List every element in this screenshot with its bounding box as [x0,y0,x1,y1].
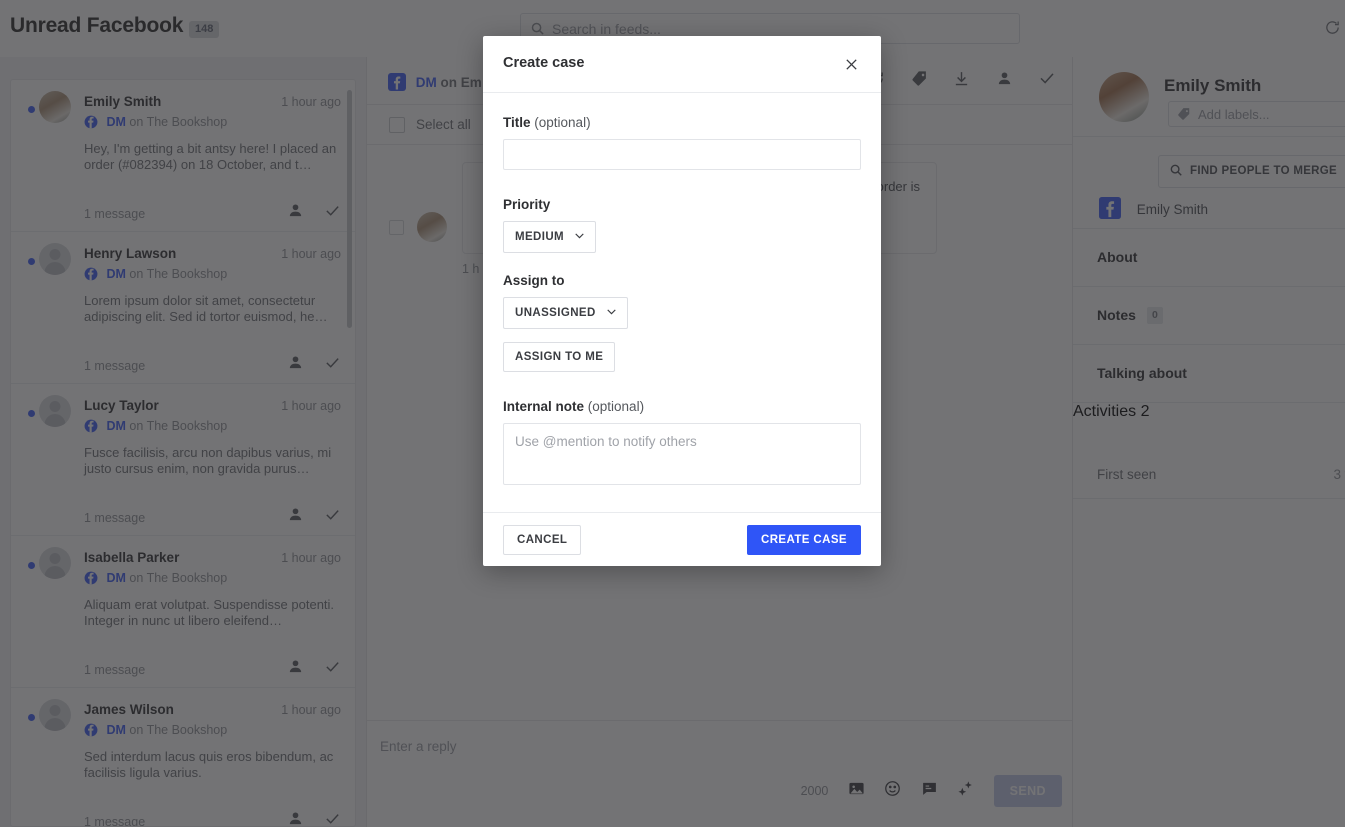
title-field-label-strong: Title [503,115,531,130]
chevron-down-icon [605,305,618,321]
priority-select[interactable]: MEDIUM [503,221,597,253]
close-icon[interactable] [837,50,865,78]
title-field-label-optional: (optional) [534,115,591,130]
create-case-dialog: Create case Title (optional) Priority ME… [483,36,881,566]
chevron-down-icon [573,229,586,245]
create-case-button[interactable]: CREATE CASE [747,525,861,555]
title-field-label: Title (optional) [503,115,861,130]
priority-label: Priority [503,197,861,212]
assign-to-select[interactable]: UNASSIGNED [503,297,628,329]
internal-note-input[interactable] [503,423,861,485]
assign-to-label: Assign to [503,273,861,288]
priority-selected-value: MEDIUM [515,231,565,243]
internal-note-label: Internal note (optional) [503,399,861,414]
dialog-body: Title (optional) Priority MEDIUM Assign … [483,93,881,512]
priority-label-text: Priority [503,197,551,212]
assign-to-selected-value: UNASSIGNED [515,307,596,319]
assign-to-me-button[interactable]: ASSIGN TO ME [503,342,616,372]
dialog-title: Create case [503,55,585,71]
dialog-header: Create case [483,36,881,93]
title-input[interactable] [503,139,861,170]
cancel-button[interactable]: CANCEL [503,525,582,555]
dialog-footer: CANCEL CREATE CASE [483,512,881,566]
assign-to-label-text: Assign to [503,273,565,288]
internal-note-label-strong: Internal note [503,399,585,414]
internal-note-label-optional: (optional) [587,399,645,414]
